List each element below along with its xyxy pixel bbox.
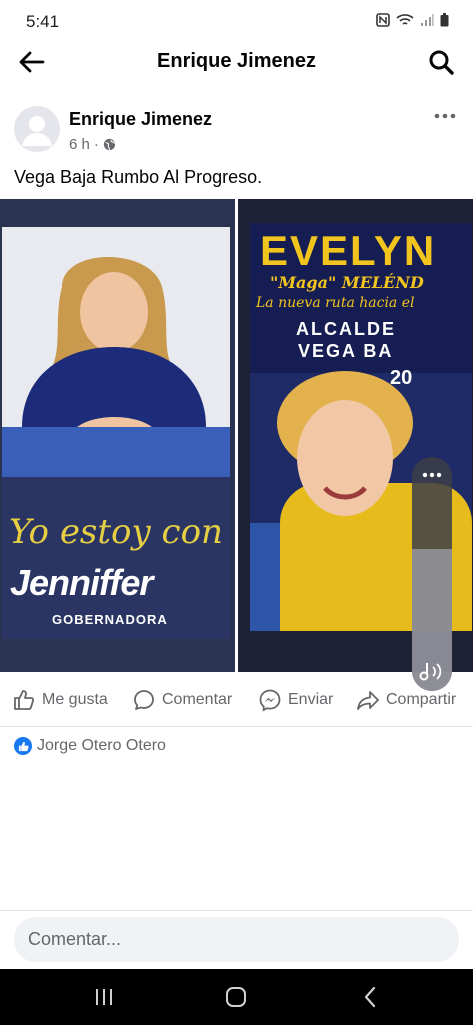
jenniffer-poster: Yo estoy con Jenniffer GOBERNADORA: [2, 227, 230, 639]
post-meta: 6 h ·: [69, 136, 116, 153]
comment-divider: [0, 910, 473, 911]
globe-icon: [103, 138, 115, 151]
recent-apps-icon: [96, 989, 112, 1005]
poster-slogan: Yo estoy con: [9, 512, 223, 552]
more-dots-icon: [434, 113, 456, 119]
meta-separator: ·: [93, 136, 99, 153]
more-dots-icon[interactable]: [412, 463, 452, 487]
post-photos: Yo estoy con Jenniffer GOBERNADORA EVELY…: [0, 199, 473, 691]
battery-icon: [440, 13, 449, 27]
share-arrow-icon: [357, 691, 379, 710]
poster-office-line2: VEGA BA: [298, 341, 394, 361]
author-name[interactable]: Enrique Jimenez: [69, 109, 212, 130]
chevron-left-icon: [364, 986, 376, 1008]
poster-candidate-name: Jenniffer: [10, 562, 153, 603]
poster-tagline: La nueva ruta hacia el: [256, 295, 415, 311]
flag-band: [2, 427, 230, 483]
post-header: Enrique Jimenez 6 h ·: [0, 100, 473, 160]
comment-bubble-icon: [134, 690, 154, 710]
wifi-icon: [396, 14, 414, 25]
like-label: Me gusta: [42, 691, 108, 708]
search-button[interactable]: [425, 46, 457, 78]
home-icon: [226, 987, 246, 1007]
signal-icon: [421, 14, 434, 26]
send-button[interactable]: Enviar: [258, 686, 333, 714]
send-label: Enviar: [288, 691, 334, 708]
status-bar: 5:41: [0, 0, 473, 42]
nfc-icon: [376, 13, 390, 27]
author-avatar[interactable]: [14, 106, 60, 152]
poster-candidate-role: GOBERNADORA: [52, 612, 168, 627]
like-reaction-icon: [14, 737, 32, 755]
status-time: 5:41: [26, 12, 60, 31]
reaction-names: Jorge Otero Otero: [37, 737, 166, 754]
search-icon: [429, 50, 454, 75]
photo-left[interactable]: Yo estoy con Jenniffer GOBERNADORA: [0, 199, 235, 672]
comment-button[interactable]: Comentar: [132, 686, 232, 714]
app-header: Enrique Jimenez: [0, 42, 473, 82]
poster-nickname: "Maga" MELÉND: [270, 273, 424, 292]
default-avatar-icon: [22, 116, 52, 146]
status-icons: [376, 13, 449, 27]
share-label: Compartir: [386, 691, 457, 708]
header-title: Enrique Jimenez: [157, 50, 316, 72]
reactions-summary[interactable]: Jorge Otero Otero: [14, 737, 166, 755]
thumbs-up-icon: [14, 690, 35, 710]
messenger-icon: [259, 689, 281, 712]
share-button[interactable]: Compartir: [356, 686, 456, 714]
poster-office-line1: ALCALDE: [296, 319, 396, 339]
post-actions: Me gusta Comentar Enviar Compartir: [0, 680, 473, 720]
comment-box[interactable]: [14, 917, 459, 962]
more-options-button[interactable]: [431, 106, 459, 126]
like-button[interactable]: Me gusta: [12, 686, 108, 714]
home-button[interactable]: [216, 981, 256, 1013]
actions-divider: [0, 726, 473, 727]
comment-label: Comentar: [162, 691, 233, 708]
post-text: Vega Baja Rumbo Al Progreso.: [14, 167, 263, 187]
comment-input[interactable]: [14, 917, 459, 962]
post-time[interactable]: 6 h: [69, 136, 90, 153]
poster-first-name: EVELYN: [260, 227, 437, 274]
volume-slider[interactable]: [412, 457, 452, 691]
recent-apps-button[interactable]: [84, 981, 124, 1013]
back-nav-button[interactable]: [350, 981, 390, 1013]
system-nav-bar: [0, 969, 473, 1025]
